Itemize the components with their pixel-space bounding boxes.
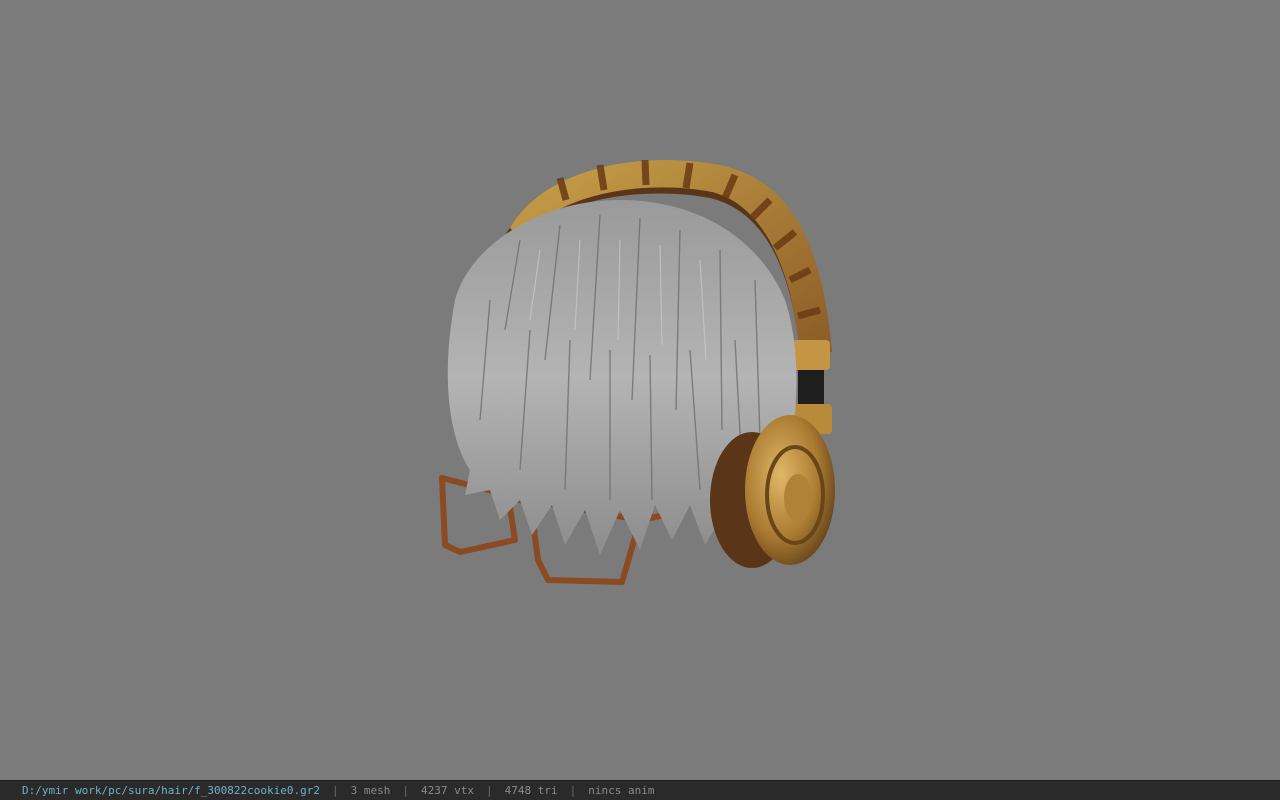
vertex-count: 4237 vtx xyxy=(421,784,474,797)
anim-status: nincs anim xyxy=(588,784,655,797)
earcup-center xyxy=(784,474,812,522)
status-bar: D:/ymir work/pc/sura/hair/f_300822cookie… xyxy=(0,780,1280,800)
3d-viewport[interactable] xyxy=(0,0,1280,780)
separator: | xyxy=(402,784,410,797)
mesh-count: 3 mesh xyxy=(350,784,391,797)
separator: | xyxy=(486,784,493,797)
headband-slider xyxy=(792,340,830,370)
hair-model-icon xyxy=(439,159,835,585)
separator: | xyxy=(332,784,339,797)
triangle-count: 4748 tri xyxy=(504,784,558,797)
file-path: D:/ymir work/pc/sura/hair/f_300822cookie… xyxy=(22,784,321,797)
separator: | xyxy=(569,784,577,797)
